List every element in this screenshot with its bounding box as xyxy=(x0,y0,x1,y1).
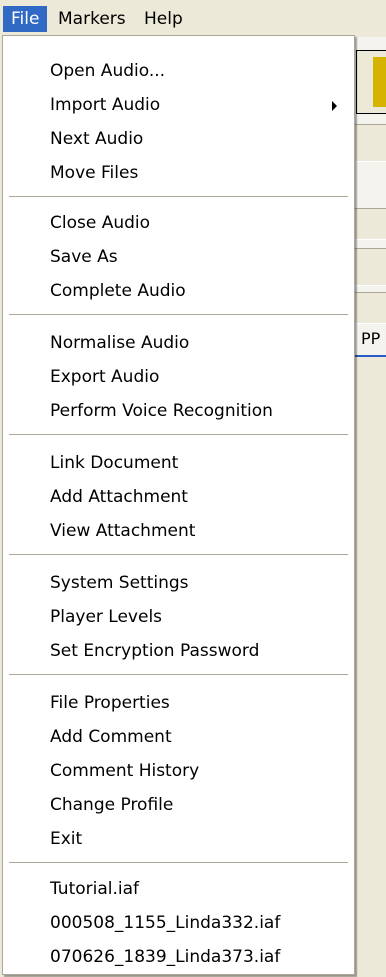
menu-item-label: Export Audio xyxy=(50,367,160,387)
menu-item-label: Move Files xyxy=(50,163,139,183)
menu-item-label: Import Audio xyxy=(50,95,161,115)
submenu-arrow-icon xyxy=(332,101,337,111)
menu-item-link-document[interactable]: Link Document xyxy=(4,446,353,480)
menu-separator xyxy=(9,862,348,863)
background-strip xyxy=(350,248,386,286)
menu-item-label: Link Document xyxy=(50,453,179,473)
menu-item-label: Add Attachment xyxy=(50,487,188,507)
menu-item-view-attachment[interactable]: View Attachment xyxy=(4,514,353,548)
menu-item-import-audio[interactable]: Import Audio xyxy=(4,88,353,122)
background-partial-text: PP xyxy=(361,329,381,348)
menu-item-normalise-audio[interactable]: Normalise Audio xyxy=(4,326,353,360)
menu-separator xyxy=(9,554,348,555)
menu-item-label: Comment History xyxy=(50,761,200,781)
menu-item-label: Exit xyxy=(50,829,83,849)
menu-item-label: Tutorial.iaf xyxy=(50,879,140,899)
menu-item-file-properties[interactable]: File Properties xyxy=(4,686,353,720)
menu-markers[interactable]: Markers xyxy=(50,6,134,32)
file-menu-dropdown: Open Audio... Import Audio Next Audio Mo… xyxy=(2,35,355,975)
menu-item-label: Perform Voice Recognition xyxy=(50,401,273,421)
menu-item-label: Open Audio... xyxy=(50,61,166,81)
menu-item-export-audio[interactable]: Export Audio xyxy=(4,360,353,394)
menu-separator xyxy=(9,314,348,315)
background-strip xyxy=(350,292,386,324)
menu-item-label: File Properties xyxy=(50,693,170,713)
recent-file-item[interactable]: 000508_1155_Linda332.iaf xyxy=(4,906,353,940)
menu-item-complete-audio[interactable]: Complete Audio xyxy=(4,274,353,308)
menu-item-label: Close Audio xyxy=(50,213,151,233)
menu-item-label: View Attachment xyxy=(50,521,196,541)
menu-item-save-as[interactable]: Save As xyxy=(4,240,353,274)
menu-help[interactable]: Help xyxy=(136,6,191,32)
menu-item-voice-recognition[interactable]: Perform Voice Recognition xyxy=(4,394,353,428)
menu-separator xyxy=(9,434,348,435)
menu-item-next-audio[interactable]: Next Audio xyxy=(4,122,353,156)
menu-item-label: Next Audio xyxy=(50,129,144,149)
menu-item-label: 000508_1155_Linda332.iaf xyxy=(50,913,281,933)
menu-item-label: Set Encryption Password xyxy=(50,641,260,661)
menu-item-add-comment[interactable]: Add Comment xyxy=(4,720,353,754)
background-strip xyxy=(350,208,386,240)
menu-file[interactable]: File xyxy=(3,6,48,32)
background-strip xyxy=(350,124,386,162)
menu-bar: File Markers Help xyxy=(0,0,386,37)
menu-item-exit[interactable]: Exit xyxy=(4,822,353,856)
menu-item-close-audio[interactable]: Close Audio xyxy=(4,206,353,240)
menu-item-label: System Settings xyxy=(50,573,189,593)
menu-item-label: Complete Audio xyxy=(50,281,186,301)
menu-item-add-attachment[interactable]: Add Attachment xyxy=(4,480,353,514)
menu-separator xyxy=(9,674,348,675)
background-toolbar-button xyxy=(356,50,386,114)
menu-item-system-settings[interactable]: System Settings xyxy=(4,566,353,600)
menu-item-label: Save As xyxy=(50,247,118,267)
recent-file-item[interactable]: 070626_1839_Linda373.iaf xyxy=(4,940,353,974)
menu-separator xyxy=(9,196,348,197)
menu-item-label: Normalise Audio xyxy=(50,333,190,353)
background-border xyxy=(350,355,386,357)
menu-item-player-levels[interactable]: Player Levels xyxy=(4,600,353,634)
menu-item-open-audio[interactable]: Open Audio... xyxy=(4,54,353,88)
menu-item-label: Add Comment xyxy=(50,727,172,747)
menu-item-comment-history[interactable]: Comment History xyxy=(4,754,353,788)
menu-item-label: Change Profile xyxy=(50,795,174,815)
recent-file-item[interactable]: Tutorial.iaf xyxy=(4,872,353,906)
menu-item-move-files[interactable]: Move Files xyxy=(4,156,353,190)
menu-item-change-profile[interactable]: Change Profile xyxy=(4,788,353,822)
menu-item-label: 070626_1839_Linda373.iaf xyxy=(50,947,281,967)
menu-item-label: Player Levels xyxy=(50,607,163,627)
menu-item-encryption-password[interactable]: Set Encryption Password xyxy=(4,634,353,668)
